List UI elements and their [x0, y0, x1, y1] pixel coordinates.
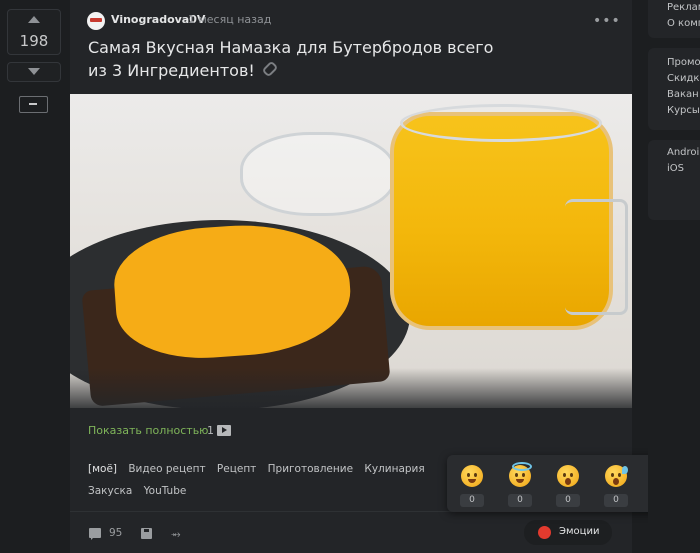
save-icon[interactable]: [141, 528, 152, 539]
emotions-label: Эмоции: [559, 526, 600, 537]
sidebar-link[interactable]: О комп: [648, 16, 700, 32]
post-score: 198: [19, 32, 49, 50]
tag-item[interactable]: [моё]: [88, 463, 117, 475]
sidebar-link[interactable]: Androi: [648, 145, 700, 161]
sidebar-link[interactable]: Вакан: [648, 87, 700, 103]
angel-face-icon: [509, 462, 532, 487]
downvote-button[interactable]: [7, 62, 61, 82]
jar-clasp: [565, 199, 628, 315]
arrow-down-icon: [28, 68, 40, 75]
tag-list: [моё] Видео рецепт Рецепт Приготовление …: [88, 458, 448, 502]
post-title-text[interactable]: Самая Вкусная Намазка для Бутербродов вс…: [88, 38, 493, 80]
sidebar-panel-services: Промо Скидк Вакан Курсы: [648, 48, 700, 130]
tag-item[interactable]: Рецепт: [217, 463, 256, 475]
emotion-laughing[interactable]: 0: [455, 460, 489, 508]
tag-item[interactable]: Кулинария: [364, 463, 424, 475]
anxious-sweat-face-icon: [605, 465, 628, 487]
post-image[interactable]: [70, 94, 632, 408]
more-options-icon[interactable]: •••: [593, 13, 621, 29]
comments-count[interactable]: 95: [109, 527, 122, 539]
emotion-count: 0: [508, 494, 532, 507]
emotion-count: 0: [556, 494, 580, 507]
minus-icon: [29, 103, 37, 105]
emotion-angel[interactable]: 0: [503, 460, 537, 508]
surprised-face-icon: [557, 465, 579, 487]
sidebar-link[interactable]: Реклам: [648, 0, 700, 16]
video-count: 1: [207, 424, 214, 437]
arrow-up-icon: [28, 16, 40, 23]
image-fade: [70, 368, 632, 408]
share-icon[interactable]: ⥇: [171, 527, 181, 542]
author-avatar[interactable]: [87, 12, 105, 30]
sidebar-panel-apps: Androi iOS: [648, 140, 700, 220]
empty-jar: [240, 132, 396, 216]
vote-rail: 198: [0, 0, 68, 553]
video-play-icon: [217, 425, 231, 436]
tag-item[interactable]: YouTube: [144, 485, 187, 497]
tag-item[interactable]: Закуска: [88, 485, 132, 497]
post-title[interactable]: Самая Вкусная Намазка для Бутербродов вс…: [88, 36, 508, 82]
sidebar-link[interactable]: Скидк: [648, 71, 700, 87]
jar-rim: [400, 104, 602, 142]
laughing-face-icon: [461, 465, 483, 487]
emotion-count: 0: [460, 494, 484, 507]
post-time: 1 месяц назад: [188, 13, 272, 26]
angry-face-icon: [538, 526, 551, 539]
right-sidebar: Реклам О комп Промо Скидк Вакан Курсы An…: [648, 0, 700, 553]
collapse-post-button[interactable]: [19, 96, 48, 113]
tag-item[interactable]: Приготовление: [268, 463, 353, 475]
emotion-surprised[interactable]: 0: [551, 460, 585, 508]
show-more-link[interactable]: Показать полностью: [88, 424, 208, 437]
sidebar-panel-company: Реклам О комп: [648, 0, 700, 38]
comment-icon[interactable]: [89, 528, 101, 540]
sidebar-link[interactable]: Промо: [648, 55, 700, 71]
emotions-button[interactable]: Эмоции: [524, 520, 612, 545]
sidebar-link[interactable]: Курсы: [648, 103, 700, 119]
sidebar-link[interactable]: iOS: [648, 161, 700, 177]
upvote-button[interactable]: 198: [7, 9, 61, 55]
link-icon[interactable]: [261, 60, 279, 78]
emotion-anxious[interactable]: 0: [599, 460, 633, 508]
emotion-count: 0: [604, 494, 628, 507]
tag-item[interactable]: Видео рецепт: [128, 463, 205, 475]
